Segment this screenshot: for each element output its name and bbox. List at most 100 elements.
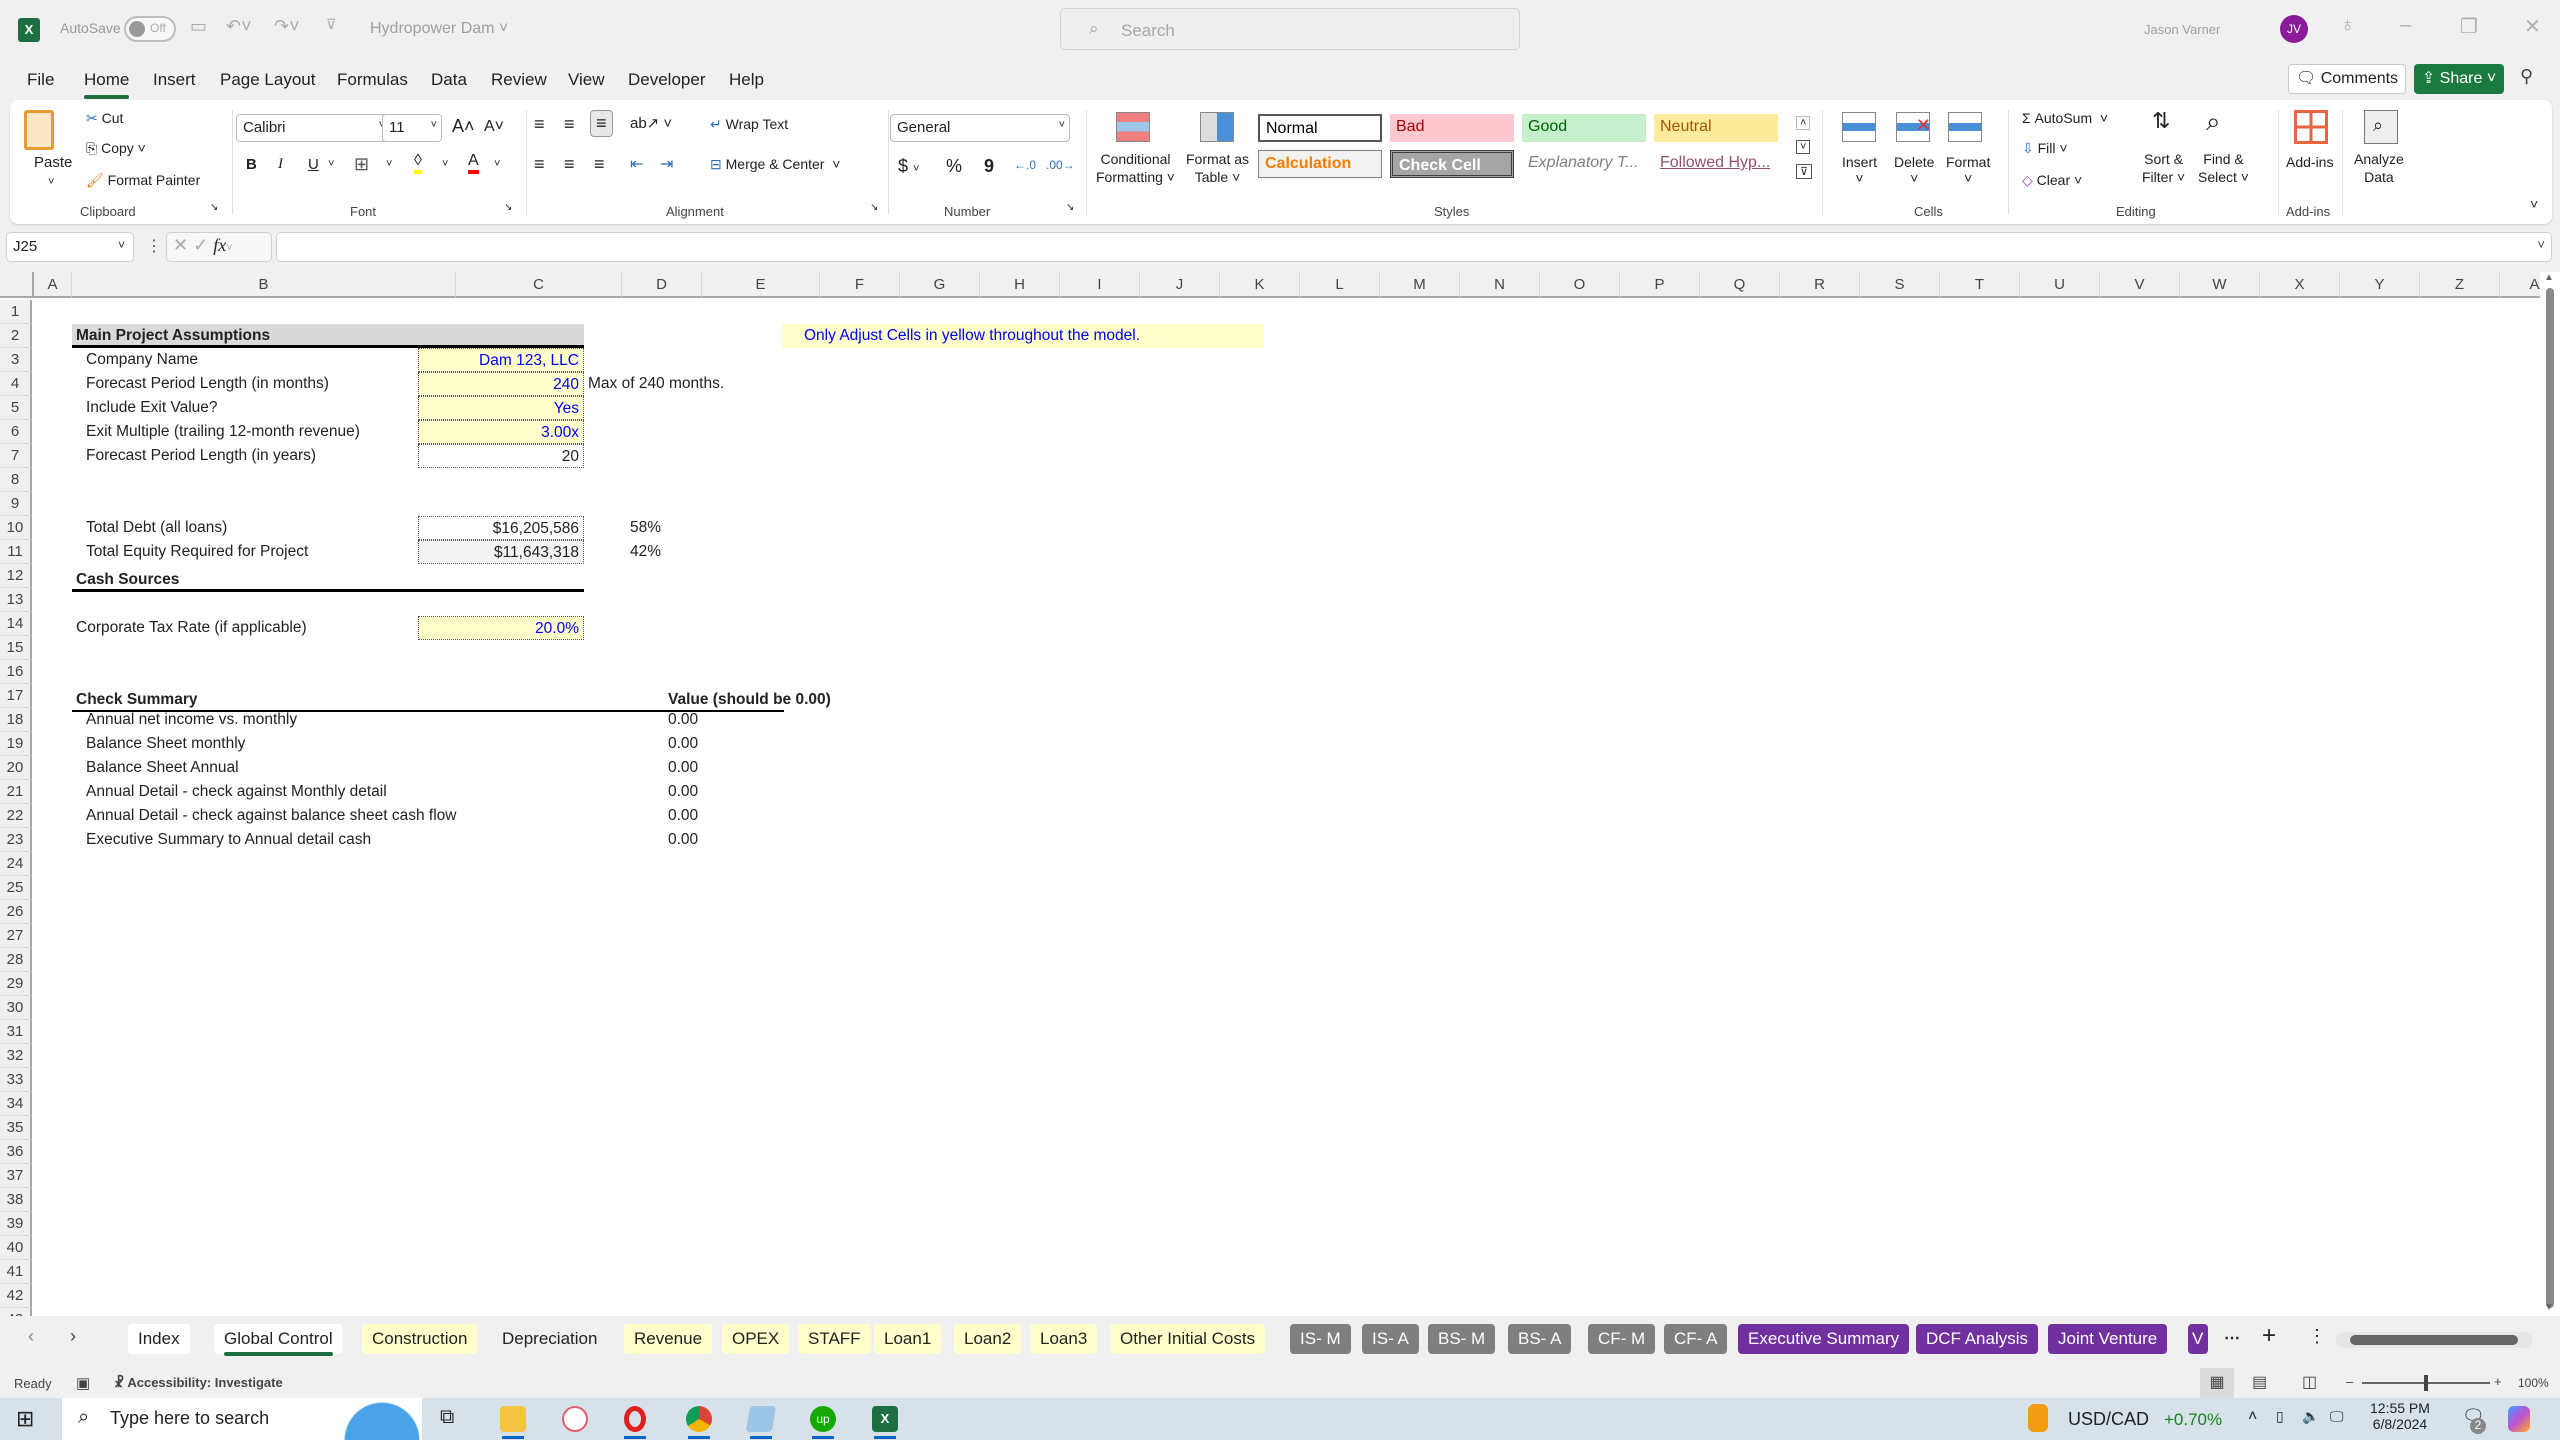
meet-now-icon[interactable]: ▯ (2276, 1408, 2284, 1425)
expand-formula-icon[interactable]: ˅ (2537, 237, 2545, 252)
file-explorer-icon[interactable] (500, 1406, 526, 1432)
currency-button[interactable]: $ ˅ (898, 156, 919, 177)
sheet-tab-staff[interactable]: STAFF (798, 1324, 871, 1354)
check-value[interactable]: 0.00 (668, 732, 698, 756)
paste-icon[interactable] (24, 110, 54, 150)
undo-icon[interactable]: ↶˅ (226, 16, 252, 37)
sheet-tab-cf-a[interactable]: CF- A (1664, 1324, 1728, 1354)
autosum-button[interactable]: Σ AutoSum ˅ (2022, 110, 2108, 126)
sheet-tab-cf-m[interactable]: CF- M (1588, 1324, 1656, 1354)
fill-dropdown-icon[interactable]: ˅ (442, 158, 448, 170)
column-header-o[interactable]: O (1540, 272, 1620, 298)
assumption-label[interactable]: Forecast Period Length (in years) (86, 444, 416, 468)
assumption-value-input[interactable]: Dam 123, LLC (418, 348, 584, 372)
column-header-d[interactable]: D (622, 272, 702, 298)
check-label[interactable]: Balance Sheet Annual (86, 756, 646, 780)
assumption-value-input[interactable]: 3.00x (418, 420, 584, 444)
check-value[interactable]: 0.00 (668, 828, 698, 852)
column-header-b[interactable]: B (72, 272, 456, 298)
assumption-value-input[interactable]: Yes (418, 396, 584, 420)
normal-view-icon[interactable]: ▦ (2200, 1368, 2234, 1398)
cash-source-label[interactable]: Total Debt (all loans) (86, 516, 416, 540)
row-header-41[interactable]: 41 (0, 1260, 32, 1284)
ticker-symbol[interactable]: USD/CAD (2068, 1409, 2149, 1430)
check-value[interactable]: 0.00 (668, 708, 698, 732)
align-bottom-icon[interactable]: ≡ (590, 110, 613, 137)
percent-button[interactable]: % (946, 156, 962, 177)
column-header-z[interactable]: Z (2420, 272, 2500, 298)
analyze-data-icon[interactable]: ⌕ (2364, 110, 2398, 144)
zoom-in-icon[interactable]: + (2494, 1374, 2502, 1389)
catch-up-icon[interactable]: ⚲ (2520, 66, 2533, 87)
row-header-16[interactable]: 16 (0, 660, 32, 684)
tab-developer[interactable]: Developer (628, 70, 706, 90)
task-view-icon[interactable]: ⧉ (440, 1406, 454, 1429)
addins-icon[interactable] (2294, 110, 2328, 144)
column-header-e[interactable]: E (702, 272, 820, 298)
comma-style-button[interactable]: 9 (984, 156, 994, 177)
network-icon[interactable]: 🖵 (2330, 1408, 2344, 1425)
instruction-note[interactable]: Only Adjust Cells in yellow throughout t… (782, 324, 1264, 348)
paste-dropdown-icon[interactable]: ˅ (48, 176, 54, 188)
sheet-tab-loan2[interactable]: Loan2 (954, 1324, 1022, 1354)
main-assumptions-header[interactable]: Main Project Assumptions (72, 324, 584, 348)
addins-button[interactable]: Add-ins (2286, 154, 2333, 170)
row-header-39[interactable]: 39 (0, 1212, 32, 1236)
increase-decimal-icon[interactable]: ←.0 (1014, 158, 1036, 172)
row-header-14[interactable]: 14 (0, 612, 32, 636)
tab-data[interactable]: Data (431, 70, 467, 90)
vertical-scrollbar[interactable]: ▲ ▼ (2540, 272, 2560, 1316)
prev-sheet-icon[interactable]: ‹ (28, 1326, 34, 1347)
row-header-19[interactable]: 19 (0, 732, 32, 756)
avatar[interactable]: JV (2280, 15, 2308, 43)
share-button[interactable]: ⇪ Share ˅ (2414, 64, 2504, 94)
format-as-table-icon[interactable] (1200, 112, 1234, 142)
opera-icon[interactable] (624, 1406, 646, 1432)
row-header-22[interactable]: 22 (0, 804, 32, 828)
column-header-h[interactable]: H (980, 272, 1060, 298)
increase-indent-icon[interactable]: ⇥ (660, 154, 673, 174)
row-header-29[interactable]: 29 (0, 972, 32, 996)
font-name-dropdown[interactable]: Calibri˅ (236, 114, 390, 142)
orientation-icon[interactable]: ab↗ ˅ (630, 114, 672, 132)
alignment-launcher-icon[interactable]: ↘ (870, 202, 878, 213)
check-label[interactable]: Balance Sheet monthly (86, 732, 646, 756)
row-header-11[interactable]: 11 (0, 540, 32, 564)
select-all-corner[interactable] (0, 272, 34, 298)
check-label[interactable]: Annual Detail - check against balance sh… (86, 804, 646, 828)
column-header-x[interactable]: X (2260, 272, 2340, 298)
cut-button[interactable]: ✂ Cut (86, 110, 123, 127)
comments-button[interactable]: 🗨 Comments (2288, 64, 2406, 94)
row-header-13[interactable]: 13 (0, 588, 32, 612)
scroll-down-icon[interactable]: ▼ (2544, 1302, 2554, 1313)
name-box[interactable]: J25 ˅ (6, 232, 134, 262)
row-header-17[interactable]: 17 (0, 684, 32, 708)
tab-file[interactable]: File (27, 70, 54, 90)
sheet-tab-opex[interactable]: OPEX (722, 1324, 790, 1354)
redo-icon[interactable]: ↷˅ (274, 16, 300, 37)
row-header-34[interactable]: 34 (0, 1092, 32, 1116)
format-cells-icon[interactable] (1948, 112, 1982, 142)
assumption-note[interactable]: Max of 240 months. (588, 372, 724, 396)
macro-record-icon[interactable]: ▣ (76, 1374, 90, 1392)
spreadsheet-grid[interactable]: ABCDEFGHIJKLMNOPQRSTUVWXYZAA 12345678910… (0, 272, 2560, 1332)
sheet-tab-loan1[interactable]: Loan1 (874, 1324, 942, 1354)
insert-cells-icon[interactable] (1842, 112, 1876, 142)
row-header-5[interactable]: 5 (0, 396, 32, 420)
italic-button[interactable]: I (278, 156, 283, 173)
restore-icon[interactable]: ❐ (2460, 14, 2478, 39)
row-header-2[interactable]: 2 (0, 324, 32, 348)
sheet-tab-bs-m[interactable]: BS- M (1428, 1324, 1496, 1354)
sheet-options-icon[interactable]: ⋮ (2308, 1326, 2326, 1347)
scroll-up-icon[interactable]: ▲ (2544, 272, 2554, 283)
more-sheets-icon[interactable]: ⋯ (2224, 1328, 2240, 1348)
accessibility-button[interactable]: ☧ Accessibility: Investigate (114, 1375, 283, 1391)
column-header-r[interactable]: R (1780, 272, 1860, 298)
zoom-slider[interactable] (2362, 1375, 2490, 1391)
tab-home[interactable]: Home (84, 70, 130, 99)
row-header-20[interactable]: 20 (0, 756, 32, 780)
column-header-c[interactable]: C (456, 272, 622, 298)
align-middle-icon[interactable]: ≡ (564, 114, 575, 135)
cash-source-value[interactable]: $11,643,318 (418, 540, 584, 564)
sheet-tab-executive-summary[interactable]: Executive Summary (1738, 1324, 1910, 1354)
